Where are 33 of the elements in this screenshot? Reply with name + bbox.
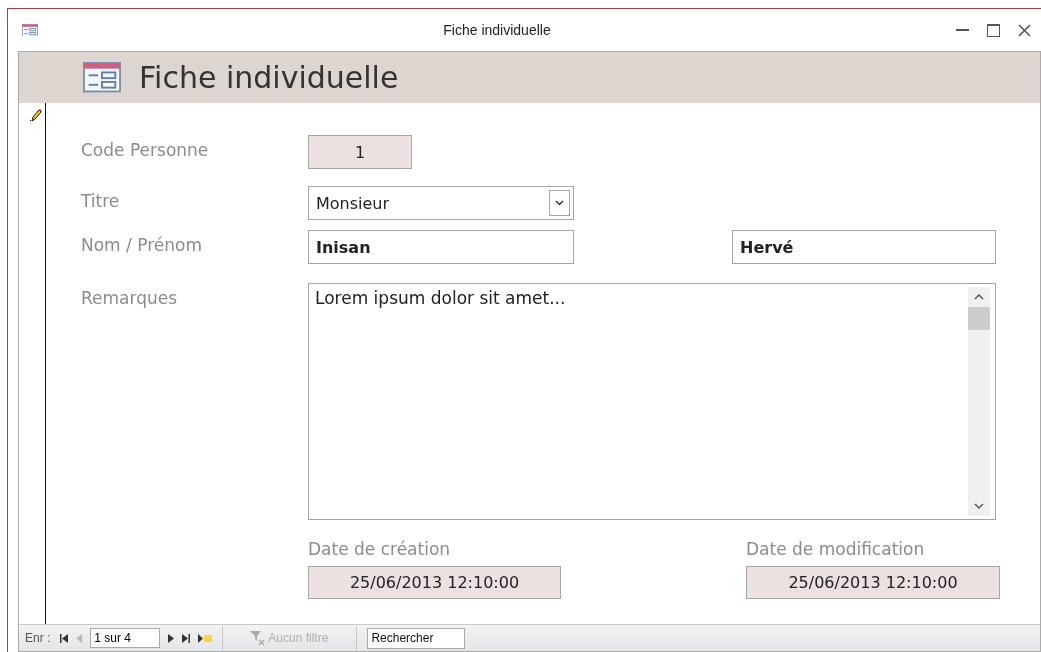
triangle-right-icon	[168, 633, 175, 643]
search-field[interactable]: Rechercher	[367, 627, 466, 649]
chevron-down-icon	[555, 200, 564, 206]
form-title: Fiche individuelle	[139, 60, 399, 95]
last-name-field[interactable]: Inisan	[308, 230, 574, 264]
field-label: Date de modification	[746, 539, 925, 559]
skip-forward-icon	[182, 633, 191, 643]
triangle-left-icon	[76, 633, 83, 643]
scrollbar[interactable]	[968, 287, 990, 516]
field-label: Remarques	[81, 287, 179, 308]
remarks-field[interactable]: Lorem ipsum dolor sit amet...	[308, 283, 996, 520]
modification-date-field[interactable]: 25/06/2013 12:10:00	[746, 566, 1000, 599]
form-icon	[22, 23, 38, 37]
field-label: Date de création	[308, 539, 451, 559]
code-field[interactable]: 1	[308, 135, 412, 169]
skip-back-icon	[60, 633, 69, 643]
window-title: Fiche individuelle	[442, 22, 552, 38]
chevron-up-icon[interactable]	[974, 293, 984, 301]
field-label: Code Personne	[81, 139, 210, 160]
new-record-icon	[198, 633, 213, 643]
first-name-field[interactable]: Hervé	[732, 230, 996, 264]
scrollbar-thumb[interactable]	[968, 307, 990, 330]
form-icon	[83, 62, 121, 93]
chevron-down-icon[interactable]	[974, 502, 984, 510]
record-label: Enr :	[25, 631, 51, 645]
record-number-field[interactable]: 1 sur 4	[90, 628, 161, 648]
field-label: Titre	[81, 190, 121, 211]
filter-icon	[249, 630, 266, 646]
field-label: Nom / Prénom	[81, 234, 203, 255]
maximize-icon[interactable]	[987, 23, 1000, 37]
close-icon[interactable]	[1018, 23, 1031, 37]
title-dropdown[interactable]: Monsieur	[308, 186, 574, 220]
creation-date-field[interactable]: 25/06/2013 12:10:00	[308, 566, 561, 599]
